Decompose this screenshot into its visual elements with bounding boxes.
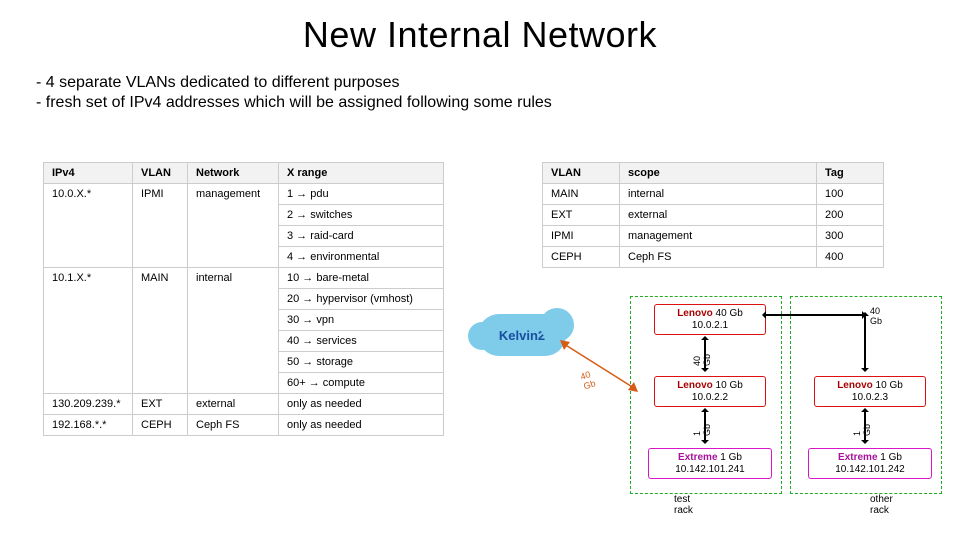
slide: New Internal Network 4 separate VLANs de…	[0, 0, 960, 540]
rack-test-label: test rack	[674, 494, 693, 516]
table-row: 192.168.*.*CEPHCeph FSonly as needed	[44, 415, 444, 436]
arrow-icon	[764, 314, 864, 316]
table-header-row: IPv4 VLAN Network X range	[44, 163, 444, 184]
rack-other-label: other rack	[870, 494, 893, 516]
col-tag: Tag	[817, 163, 884, 184]
switch-node: Lenovo 10 Gb10.0.2.2	[654, 376, 766, 407]
table-row: MAINinternal100	[543, 184, 884, 205]
switch-node: Extreme 1 Gb10.142.101.241	[648, 448, 772, 479]
bullet-item: 4 separate VLANs dedicated to different …	[36, 74, 960, 92]
arrow-icon	[864, 314, 866, 370]
col-network: Network	[188, 163, 279, 184]
link-label: 40 Gb	[870, 306, 882, 326]
table-row: 130.209.239.*EXTexternalonly as needed	[44, 394, 444, 415]
bullet-list: 4 separate VLANs dedicated to different …	[36, 74, 960, 112]
bullet-item: fresh set of IPv4 addresses which will b…	[36, 94, 960, 112]
cloud-icon: Kelvin2	[478, 314, 566, 356]
table-row: 10.0.X.*IPMImanagement1 → pdu	[44, 184, 444, 205]
switch-node: Extreme 1 Gb10.142.101.242	[808, 448, 932, 479]
slide-title: New Internal Network	[0, 14, 960, 56]
link-label: 1 Gb	[692, 424, 712, 436]
table-row: CEPHCeph FS400	[543, 247, 884, 268]
col-vlan: VLAN	[543, 163, 620, 184]
table-row: 10.1.X.*MAINinternal10 → bare-metal	[44, 268, 444, 289]
cloud-label: Kelvin2	[499, 328, 545, 343]
table-row: EXTexternal200	[543, 205, 884, 226]
link-label: 1 Gb	[852, 424, 872, 436]
col-scope: scope	[620, 163, 817, 184]
link-label: 40 Gb	[692, 354, 712, 366]
vlan-table: VLAN scope Tag MAINinternal100 EXTextern…	[542, 162, 884, 268]
col-xrange: X range	[279, 163, 444, 184]
table-header-row: VLAN scope Tag	[543, 163, 884, 184]
arrow-icon	[560, 340, 640, 400]
switch-node: Lenovo 40 Gb10.0.2.1	[654, 304, 766, 335]
table-row: IPMImanagement300	[543, 226, 884, 247]
col-ipv4: IPv4	[44, 163, 133, 184]
col-vlan: VLAN	[133, 163, 188, 184]
ipv4-table: IPv4 VLAN Network X range 10.0.X.*IPMIma…	[43, 162, 444, 436]
switch-node: Lenovo 10 Gb10.0.2.3	[814, 376, 926, 407]
